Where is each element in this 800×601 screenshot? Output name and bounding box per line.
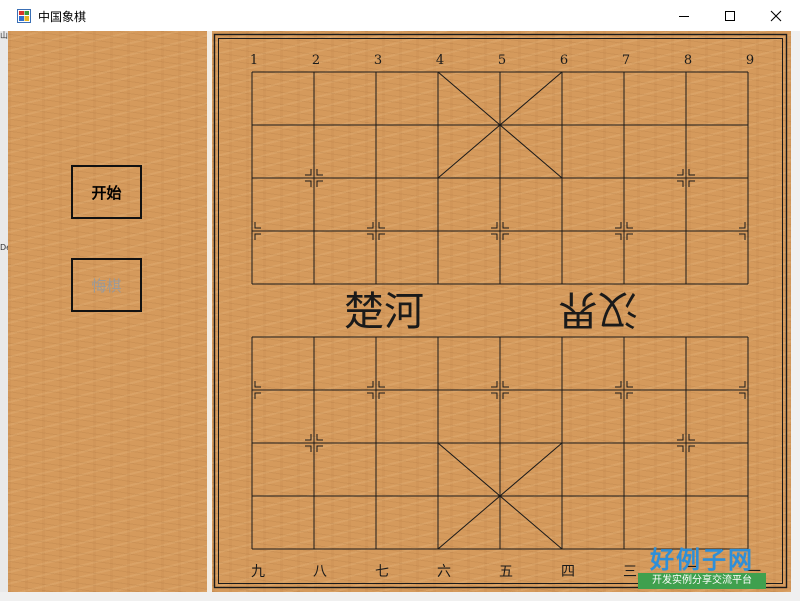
top-file-label: 2 — [312, 53, 320, 68]
marker-corner — [502, 222, 509, 229]
marker-corner — [254, 233, 261, 240]
marker-corner — [316, 180, 323, 187]
bottom-file-label: 九 — [251, 564, 265, 580]
marker-corner — [367, 381, 374, 388]
close-button[interactable] — [753, 0, 799, 31]
top-file-label: 6 — [560, 53, 568, 68]
marker-corner — [626, 222, 633, 229]
marker-corner — [739, 381, 746, 388]
marker-corner — [502, 381, 509, 388]
marker-corner — [688, 434, 695, 441]
marker-corner — [688, 169, 695, 176]
marker-corner — [378, 233, 385, 240]
marker-corner — [378, 222, 385, 229]
bottom-file-label: 五 — [499, 564, 513, 580]
marker-corner — [677, 169, 684, 176]
undo-button[interactable]: 悔棋 — [71, 258, 142, 312]
top-file-label: 4 — [436, 53, 444, 68]
board-grid — [251, 71, 749, 550]
marker-corner — [491, 392, 498, 399]
edge-text-fragment-top: 山 — [0, 31, 8, 40]
marker-corner — [305, 180, 312, 187]
river-label-chu: 楚河 — [344, 289, 424, 335]
marker-corner — [367, 392, 374, 399]
marker-corner — [688, 180, 695, 187]
close-icon — [770, 10, 782, 21]
marker-corner — [677, 434, 684, 441]
maximize-icon — [725, 10, 735, 21]
marker-corner — [677, 445, 684, 452]
marker-corner — [491, 222, 498, 229]
marker-corner — [502, 392, 509, 399]
xiangqi-board[interactable]: 123456789 九八七六五四三二一 楚河 汉界 — [212, 31, 791, 592]
marker-corner — [626, 233, 633, 240]
marker-corner — [615, 233, 622, 240]
river-label-han: 汉界 — [558, 286, 638, 332]
marker-corner — [316, 445, 323, 452]
app-icon — [17, 9, 31, 23]
bottom-file-label: 六 — [437, 564, 451, 580]
watermark-title: 好例子网 — [650, 545, 754, 574]
marker-corner — [615, 222, 622, 229]
start-button[interactable]: 开始 — [71, 165, 142, 219]
watermark-subtitle: 开发实例分享交流平台 — [638, 573, 766, 589]
marker-corner — [677, 180, 684, 187]
marker-corner — [378, 392, 385, 399]
top-file-label: 1 — [250, 53, 258, 68]
marker-corner — [491, 381, 498, 388]
marker-corner — [739, 233, 746, 240]
left-edge-strip — [0, 31, 8, 592]
marker-corner — [305, 434, 312, 441]
marker-corner — [316, 434, 323, 441]
bottom-file-label: 三 — [623, 564, 637, 580]
marker-corner — [367, 233, 374, 240]
title-bar[interactable]: 中国象棋 — [0, 0, 800, 32]
marker-corner — [254, 381, 261, 388]
top-file-label: 8 — [684, 53, 692, 68]
marker-corner — [254, 392, 261, 399]
top-file-label: 3 — [374, 53, 382, 68]
site-watermark: 好例子网 开发实例分享交流平台 — [636, 540, 768, 592]
top-file-label: 5 — [498, 53, 506, 68]
marker-corner — [378, 381, 385, 388]
marker-corner — [502, 233, 509, 240]
minimize-icon — [679, 15, 689, 17]
marker-corner — [626, 392, 633, 399]
maximize-button[interactable] — [707, 0, 753, 31]
marker-corner — [316, 169, 323, 176]
minimize-button[interactable] — [661, 0, 707, 31]
bottom-file-label: 四 — [561, 564, 575, 580]
marker-corner — [305, 445, 312, 452]
marker-corner — [626, 381, 633, 388]
marker-corner — [305, 169, 312, 176]
top-file-label: 7 — [622, 53, 630, 68]
bottom-file-label: 八 — [313, 564, 327, 580]
marker-corner — [254, 222, 261, 229]
top-file-label: 9 — [746, 53, 754, 68]
marker-corner — [739, 392, 746, 399]
marker-corner — [491, 233, 498, 240]
window-title: 中国象棋 — [38, 10, 87, 24]
marker-corner — [367, 222, 374, 229]
marker-corner — [688, 445, 695, 452]
marker-corner — [615, 392, 622, 399]
bottom-file-label: 七 — [375, 564, 389, 580]
top-file-labels: 1 2 3 4 5 6 7 8 9 — [250, 53, 754, 68]
marker-corner — [615, 381, 622, 388]
marker-corner — [739, 222, 746, 229]
